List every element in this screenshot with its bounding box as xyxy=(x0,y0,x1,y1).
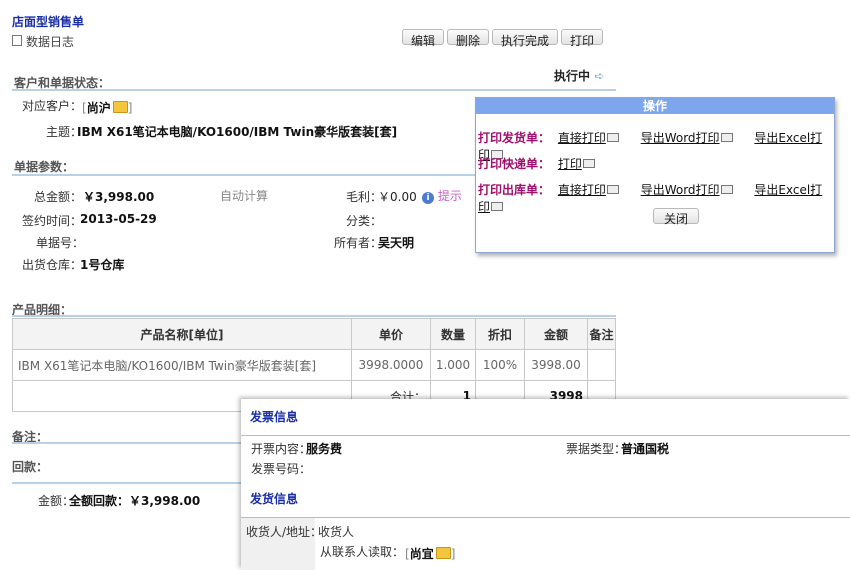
category-label: 分类： xyxy=(346,214,383,228)
edit-button[interactable]: 编辑 xyxy=(402,29,445,48)
subject-value: IBM X61笔记本电脑/KO1600/IBM Twin豪华版套装[套] xyxy=(77,125,398,139)
close-button[interactable]: 关闭 xyxy=(653,208,700,226)
doc-number-label: 单据号： xyxy=(36,236,85,250)
section-divider xyxy=(241,435,850,436)
column-header-amount: 金额 xyxy=(524,318,588,350)
cell-price: 3998.0000 xyxy=(351,349,431,381)
word-print-link[interactable]: 导出Word打印 xyxy=(641,183,733,197)
params-section-heading: 单据参数： xyxy=(14,160,75,174)
print-express-row: 打印快递单： 打印 xyxy=(478,155,595,172)
invoice-content-label: 开票内容： xyxy=(251,442,312,456)
operations-dialog: 操作 打印发货单： 直接打印 导出Word打印 导出Excel打印 打印快递单：… xyxy=(475,97,835,253)
arrow-right-icon: ➪ xyxy=(594,69,605,83)
info-icon: i xyxy=(422,192,434,204)
invoice-shipping-panel: 发票信息 开票内容： 服务费 票据类型： 普通国税 发票号码： 发货信息 收货人… xyxy=(241,399,850,570)
sign-date-label: 签约时间： xyxy=(22,214,83,228)
invoice-type-value: 普通国税 xyxy=(621,442,670,456)
direct-print-link[interactable]: 直接打印 xyxy=(558,131,619,145)
warehouse-label: 出货仓库： xyxy=(22,258,83,272)
document-icon xyxy=(12,35,22,46)
contact-selector[interactable]: [尚宜] xyxy=(405,545,455,562)
payment-heading: 回款： xyxy=(12,460,49,474)
section-divider xyxy=(12,482,242,484)
payment-amount-value: 全额回款：￥3,998.00 xyxy=(69,494,201,508)
warehouse-value: 1号仓库 xyxy=(80,258,125,272)
section-divider xyxy=(12,315,616,317)
shipping-heading: 发货信息 xyxy=(250,492,299,506)
express-print-link[interactable]: 打印 xyxy=(558,157,595,171)
data-log-label: 数据日志 xyxy=(26,35,75,49)
toolbar: 编辑 删除 执行完成 打印 xyxy=(402,29,604,48)
section-divider xyxy=(12,442,242,444)
contact-value[interactable]: 尚宜 xyxy=(410,547,434,561)
folder-icon[interactable] xyxy=(112,101,128,113)
receiver-label: 收货人/地址： xyxy=(246,525,323,539)
customer-label: 对应客户： xyxy=(22,99,83,113)
auto-calc-link[interactable]: 自动计算 xyxy=(220,187,268,204)
table-header-row: 产品名称[单位] 单价 数量 折扣 金额 备注 xyxy=(12,318,616,350)
complete-button[interactable]: 执行完成 xyxy=(492,29,559,48)
section-divider xyxy=(12,89,616,91)
total-label: 总金额： xyxy=(34,190,83,204)
cell-qty: 1.000 xyxy=(430,349,476,381)
page-title: 店面型销售单 xyxy=(12,15,85,29)
print-outbound-label: 打印出库单： xyxy=(478,183,551,197)
invoice-type-label: 票据类型： xyxy=(566,442,627,456)
print-button[interactable]: 打印 xyxy=(561,29,604,48)
printer-icon xyxy=(606,185,619,194)
cell-note xyxy=(587,349,616,381)
receiver-value: 收货人 xyxy=(318,525,355,539)
column-header-qty: 数量 xyxy=(430,318,476,350)
printer-icon xyxy=(606,133,619,142)
print-invoice-label: 打印发货单： xyxy=(478,131,551,145)
printer-icon xyxy=(582,159,595,168)
dialog-title: 操作 xyxy=(476,98,834,114)
table-row: IBM X61笔记本电脑/KO1600/IBM Twin豪华版套装[套] 399… xyxy=(12,349,616,381)
total-value: ￥3,998.00 xyxy=(83,190,155,204)
status-badge: 执行中 ➪ xyxy=(554,67,604,84)
customer-selector[interactable]: [尚沪] xyxy=(82,99,132,116)
printer-icon xyxy=(720,185,733,194)
column-header-name: 产品名称[单位] xyxy=(12,318,352,350)
sign-date-value: 2013-05-29 xyxy=(80,212,157,226)
section-divider xyxy=(241,517,850,518)
column-header-discount: 折扣 xyxy=(475,318,525,350)
tip-link[interactable]: i 提示 xyxy=(422,187,462,204)
print-express-label: 打印快递单： xyxy=(478,157,551,171)
invoice-number-label: 发票号码： xyxy=(251,462,312,476)
profit-label: 毛利： xyxy=(346,190,383,204)
direct-print-link[interactable]: 直接打印 xyxy=(558,183,619,197)
column-header-price: 单价 xyxy=(351,318,431,350)
owner-label: 所有者： xyxy=(334,236,383,250)
status-label: 执行中 xyxy=(554,69,591,83)
profit-value: ￥0.00 xyxy=(378,190,417,204)
tip-label: 提示 xyxy=(437,189,462,203)
cell-discount: 100% xyxy=(475,349,525,381)
products-table: 产品名称[单位] 单价 数量 折扣 金额 备注 IBM X61笔记本电脑/KO1… xyxy=(12,318,616,412)
delete-button[interactable]: 删除 xyxy=(447,29,490,48)
cell-product-name: IBM X61笔记本电脑/KO1600/IBM Twin豪华版套装[套] xyxy=(12,349,352,381)
invoice-heading: 发票信息 xyxy=(250,410,299,424)
column-header-note: 备注 xyxy=(587,318,616,350)
printer-icon xyxy=(491,202,504,211)
read-contact-label: 从联系人读取： xyxy=(320,545,405,559)
customer-value[interactable]: 尚沪 xyxy=(87,101,111,115)
printer-icon xyxy=(720,133,733,142)
folder-icon[interactable] xyxy=(435,547,451,559)
cell-amount: 3998.00 xyxy=(524,349,588,381)
invoice-content-value: 服务费 xyxy=(306,442,343,456)
data-log-link[interactable]: 数据日志 xyxy=(12,33,74,50)
word-print-link[interactable]: 导出Word打印 xyxy=(641,131,733,145)
owner-value: 吴天明 xyxy=(378,236,415,250)
